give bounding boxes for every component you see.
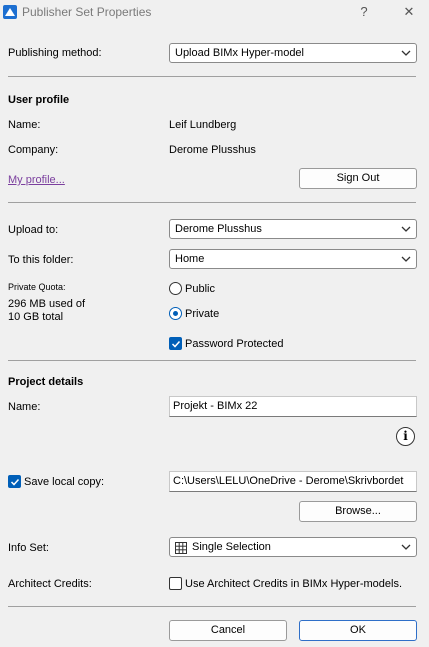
info-set-dropdown[interactable]: Single Selection (169, 537, 417, 557)
company-label: Company: (8, 144, 59, 156)
folder-label: To this folder: (8, 254, 74, 266)
quota-total: 10 GB total (8, 311, 64, 323)
checkmark-icon (171, 340, 181, 348)
architect-credits-checkbox[interactable] (169, 577, 182, 590)
user-name-label: Name: (8, 119, 41, 131)
chevron-down-icon (401, 50, 411, 56)
folder-value: Home (175, 253, 205, 265)
quota-used: 296 MB used of (8, 298, 86, 310)
info-set-label: Info Set: (8, 542, 49, 554)
upload-to-dropdown[interactable]: Derome Plusshus (169, 219, 417, 239)
company-value: Derome Plusshus (169, 144, 256, 156)
checkmark-icon (10, 478, 20, 486)
project-details-heading: Project details (8, 376, 84, 388)
app-icon (3, 5, 17, 19)
upload-to-label: Upload to: (8, 224, 59, 236)
cancel-button[interactable]: Cancel (169, 620, 287, 641)
public-radio[interactable] (169, 282, 182, 295)
separator (8, 76, 416, 77)
chevron-down-icon (401, 226, 411, 232)
private-quota-label: Private Quota: (8, 282, 66, 292)
chevron-down-icon (401, 544, 411, 550)
local-path-input[interactable]: C:\Users\LELU\OneDrive - Derome\Skrivbor… (169, 471, 417, 492)
user-name-value: Leif Lundberg (169, 119, 237, 131)
close-button[interactable]: ✕ (395, 3, 423, 21)
info-icon[interactable]: i (396, 427, 415, 446)
table-grid-icon (175, 542, 187, 554)
ok-button[interactable]: OK (299, 620, 417, 641)
my-profile-link[interactable]: My profile... (8, 174, 65, 186)
publishing-method-dropdown[interactable]: Upload BIMx Hyper-model (169, 43, 417, 63)
save-local-copy-checkbox[interactable] (8, 475, 21, 488)
project-name-input[interactable]: Projekt - BIMx 22 (169, 396, 417, 417)
window-title: Publisher Set Properties (22, 5, 152, 19)
chevron-down-icon (401, 256, 411, 262)
separator (8, 606, 416, 607)
password-protected-checkbox[interactable] (169, 337, 182, 350)
password-protected-label[interactable]: Password Protected (185, 338, 283, 350)
title-bar: Publisher Set Properties ? ✕ (0, 0, 429, 25)
separator (8, 202, 416, 203)
info-set-value: Single Selection (192, 541, 271, 553)
help-button[interactable]: ? (350, 3, 378, 21)
separator (8, 360, 416, 361)
public-label[interactable]: Public (185, 283, 215, 295)
user-profile-heading: User profile (8, 94, 70, 106)
private-radio[interactable] (169, 307, 182, 320)
publishing-method-label: Publishing method: (8, 47, 102, 59)
upload-to-value: Derome Plusshus (175, 223, 262, 235)
architect-credits-label: Architect Credits: (8, 578, 92, 590)
publishing-method-value: Upload BIMx Hyper-model (175, 47, 304, 59)
folder-dropdown[interactable]: Home (169, 249, 417, 269)
project-name-label: Name: (8, 401, 41, 413)
sign-out-button[interactable]: Sign Out (299, 168, 417, 189)
browse-button[interactable]: Browse... (299, 501, 417, 522)
architect-credits-checkbox-label[interactable]: Use Architect Credits in BIMx Hyper-mode… (185, 578, 402, 590)
private-label[interactable]: Private (185, 308, 219, 320)
save-local-copy-label[interactable]: Save local copy: (24, 476, 104, 488)
